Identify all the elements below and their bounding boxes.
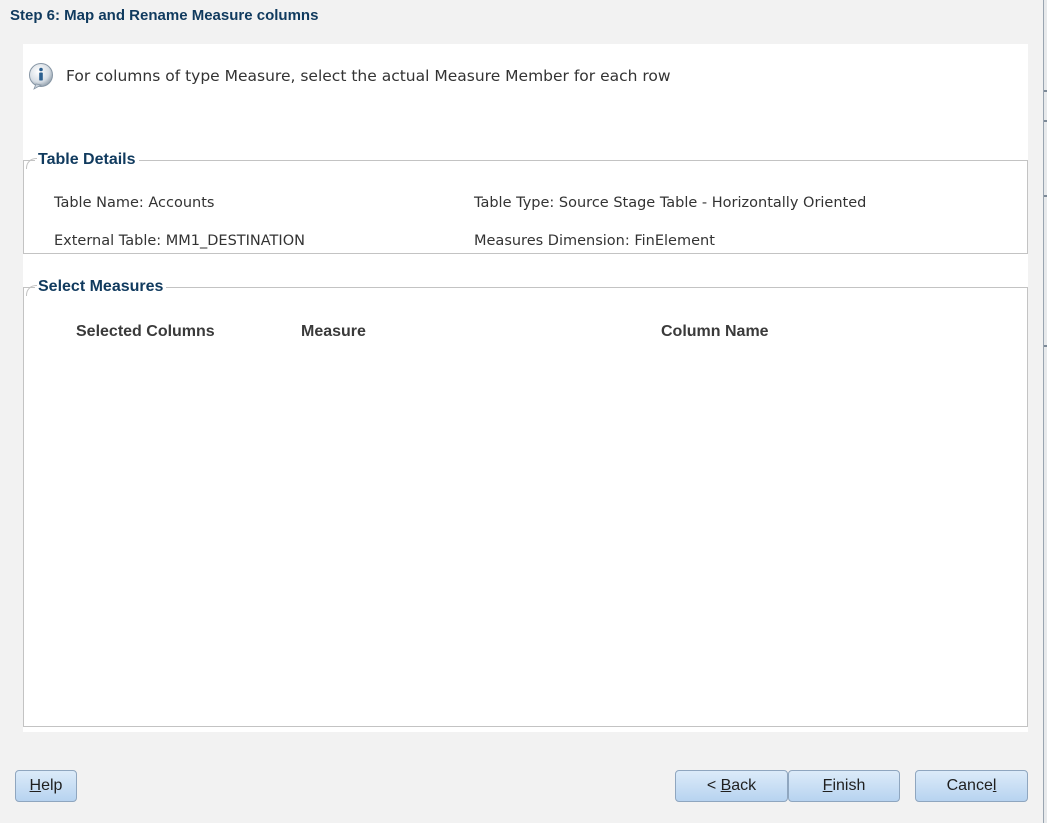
select-measures-legend: Select Measures xyxy=(38,278,164,295)
cancel-button[interactable]: Cancel xyxy=(915,770,1028,802)
column-header-measure: Measure xyxy=(301,323,366,340)
table-details-legend: Table Details xyxy=(38,151,136,168)
step-title: Step 6: Map and Rename Measure columns xyxy=(10,7,319,24)
help-button-mnemonic: H xyxy=(29,777,42,794)
column-header-selected-columns: Selected Columns xyxy=(76,323,215,340)
table-type: Table Type: Source Stage Table - Horizon… xyxy=(474,195,867,211)
help-button-label-post: elp xyxy=(41,777,63,794)
content-panel: For columns of type Measure, select the … xyxy=(23,44,1028,732)
cancel-button-mnemonic: l xyxy=(992,777,997,794)
external-table: External Table: MM1_DESTINATION xyxy=(54,233,305,249)
wizard-header: Step 6: Map and Rename Measure columns xyxy=(0,0,1043,34)
finish-button-label-post: inish xyxy=(832,777,866,794)
table-name: Table Name: Accounts xyxy=(54,195,215,211)
back-button[interactable]: < Back xyxy=(675,770,788,802)
back-button-label-post: ack xyxy=(731,777,757,794)
back-button-mnemonic: B xyxy=(720,777,732,794)
table-details-group: Table Details Table Name: Accounts Table… xyxy=(23,151,1028,254)
finish-button[interactable]: Finish xyxy=(788,770,900,802)
measures-dimension: Measures Dimension: FinElement xyxy=(474,233,715,249)
wizard-window: Step 6: Map and Rename Measure columns F… xyxy=(0,0,1044,823)
column-header-column-name: Column Name xyxy=(661,323,769,340)
cancel-button-label-pre: Cance xyxy=(946,777,993,794)
select-measures-group: Select Measures Selected Columns Measure… xyxy=(23,278,1028,727)
info-icon xyxy=(29,63,53,90)
finish-button-mnemonic: F xyxy=(822,777,833,794)
help-button[interactable]: Help xyxy=(15,770,77,802)
info-text: For columns of type Measure, select the … xyxy=(66,67,671,85)
back-button-label-pre: < xyxy=(706,777,721,794)
